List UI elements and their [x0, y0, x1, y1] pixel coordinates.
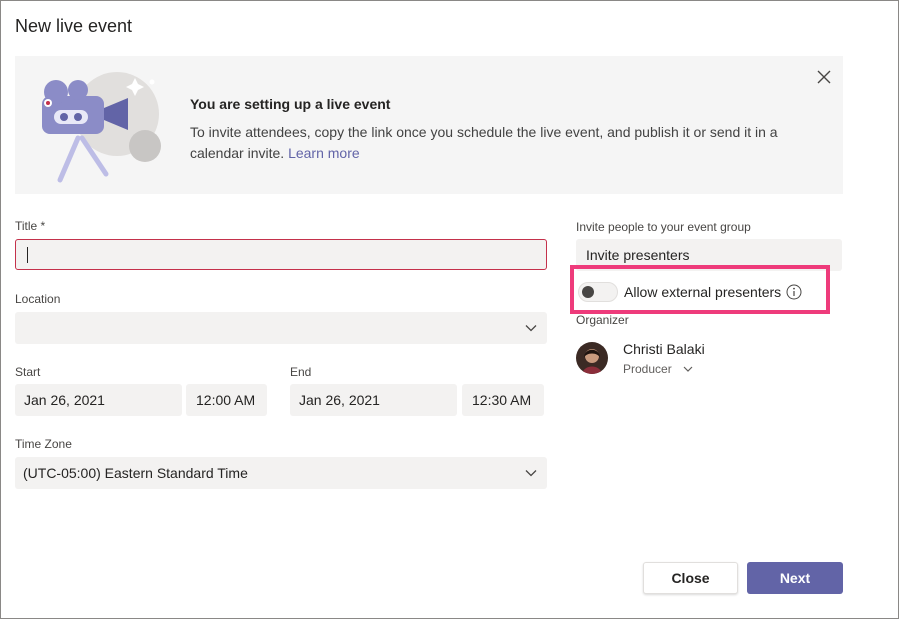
dialog-title: New live event	[15, 16, 133, 36]
allow-external-presenters-toggle[interactable]	[578, 282, 618, 302]
timezone-value: (UTC-05:00) Eastern Standard Time	[23, 465, 248, 481]
organizer-name: Christi Balaki	[623, 341, 705, 357]
end-label: End	[290, 365, 312, 379]
timezone-select[interactable]: (UTC-05:00) Eastern Standard Time	[15, 457, 547, 489]
start-time-picker[interactable]: 12:00 AM	[186, 384, 267, 416]
end-time-picker[interactable]: 12:30 AM	[462, 384, 544, 416]
banner-text: To invite attendees, copy the link once …	[190, 122, 790, 164]
text-caret	[27, 247, 28, 263]
chevron-down-icon[interactable]	[524, 321, 538, 335]
banner-description: To invite attendees, copy the link once …	[190, 124, 778, 161]
toggle-knob	[582, 286, 594, 298]
chevron-down-icon	[683, 366, 693, 372]
end-date-picker[interactable]: Jan 26, 2021	[290, 384, 457, 416]
organizer-role-dropdown[interactable]: Producer	[623, 362, 694, 376]
title-label: Title *	[15, 219, 46, 233]
avatar	[576, 342, 608, 374]
start-time-value: 12:00 AM	[196, 392, 256, 408]
toggle-label: Allow external presenters	[624, 284, 782, 300]
close-icon[interactable]	[814, 67, 834, 87]
learn-more-link[interactable]: Learn more	[288, 145, 360, 161]
invite-label: Invite people to your event group	[576, 220, 751, 234]
banner-heading: You are setting up a live event	[190, 96, 391, 112]
title-input[interactable]	[15, 239, 547, 270]
start-date-picker[interactable]: Jan 26, 2021	[15, 384, 182, 416]
location-input[interactable]	[15, 312, 547, 344]
camera-illustration	[42, 72, 161, 183]
start-date-value: Jan 26, 2021	[24, 392, 105, 408]
organizer-label: Organizer	[576, 313, 629, 327]
info-icon[interactable]	[786, 284, 802, 300]
start-label: Start	[15, 365, 41, 379]
next-button[interactable]: Next	[747, 562, 843, 594]
end-date-value: Jan 26, 2021	[299, 392, 380, 408]
organizer-role: Producer	[623, 362, 672, 376]
close-button[interactable]: Close	[643, 562, 738, 594]
end-time-value: 12:30 AM	[472, 392, 532, 408]
invite-placeholder: Invite presenters	[586, 247, 690, 263]
timezone-label: Time Zone	[15, 437, 72, 451]
location-label: Location	[15, 292, 61, 306]
chevron-down-icon[interactable]	[524, 466, 538, 480]
